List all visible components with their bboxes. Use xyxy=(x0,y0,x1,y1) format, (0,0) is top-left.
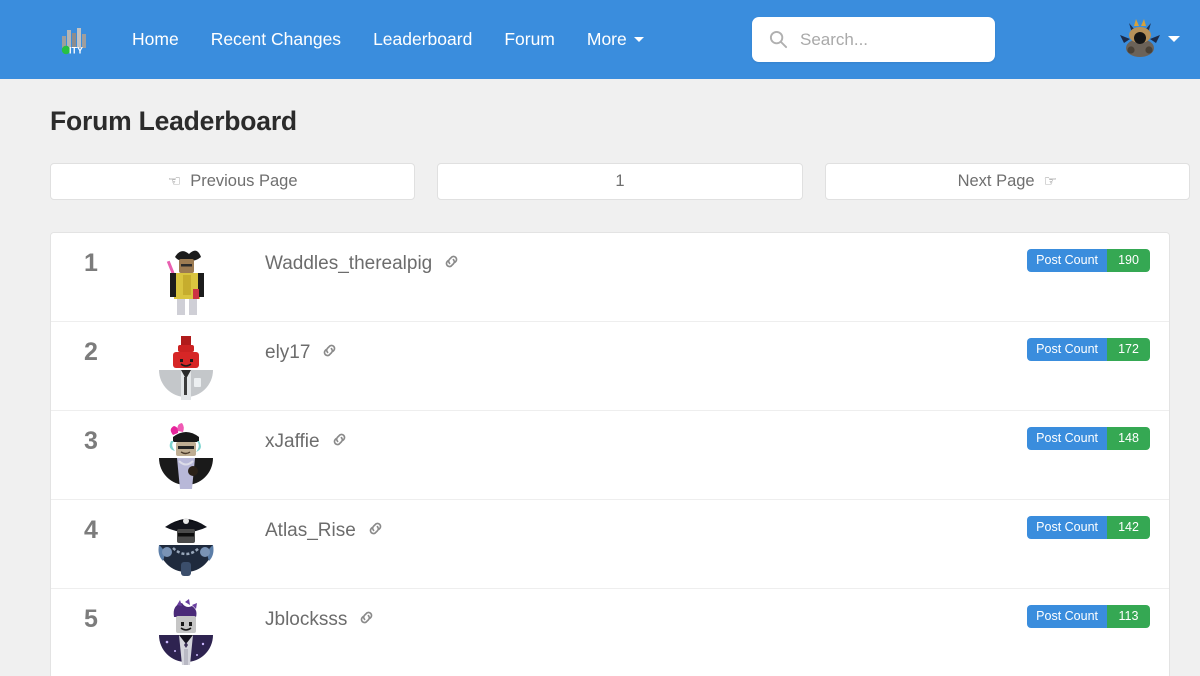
badge-label: Post Count xyxy=(1027,338,1107,361)
backhand-index-pointing-left-icon: ☜ xyxy=(168,174,181,189)
avatar-jblocksss xyxy=(151,599,221,676)
nav-link-more[interactable]: More xyxy=(571,23,660,57)
svg-text:ITY: ITY xyxy=(69,45,83,55)
user-menu[interactable] xyxy=(1118,17,1180,61)
rank-number: 5 xyxy=(61,605,121,634)
badge-label: Post Count xyxy=(1027,516,1107,539)
rank-number: 1 xyxy=(61,249,121,278)
table-row[interactable]: 1 xyxy=(51,233,1169,322)
link-icon[interactable] xyxy=(331,431,348,448)
status-badge: Post Count 113 xyxy=(1027,605,1150,628)
username-cell: Atlas_Rise xyxy=(251,500,1027,589)
city-skyline-logo-icon[interactable]: ITY xyxy=(58,23,92,57)
status-badge: Post Count 148 xyxy=(1027,427,1150,450)
rank-number: 3 xyxy=(61,427,121,456)
badge-value: 113 xyxy=(1107,605,1150,628)
current-page-button[interactable]: 1 xyxy=(437,163,802,200)
current-page-number: 1 xyxy=(615,172,624,191)
username-cell: Jblocksss xyxy=(251,589,1027,676)
rank-number: 2 xyxy=(61,338,121,367)
avatar-atlas-rise xyxy=(151,510,221,588)
avatar-waddles xyxy=(151,243,221,321)
next-page-label: Next Page xyxy=(958,172,1035,191)
avatar-cell xyxy=(121,411,251,500)
nav-link-recent-changes[interactable]: Recent Changes xyxy=(195,23,357,57)
badge-value: 172 xyxy=(1107,338,1150,361)
nav-link-label: Forum xyxy=(504,31,555,49)
table-row[interactable]: 2 xyxy=(51,322,1169,411)
username-cell: ely17 xyxy=(251,322,1027,411)
next-page-button[interactable]: Next Page ☞ xyxy=(825,163,1190,200)
status-badge: Post Count 142 xyxy=(1027,516,1150,539)
nav-link-label: Leaderboard xyxy=(373,31,472,49)
nav-link-label: Home xyxy=(132,31,179,49)
badge-label: Post Count xyxy=(1027,427,1107,450)
username-label: Atlas_Rise xyxy=(265,520,356,542)
username-label: Jblocksss xyxy=(265,609,347,631)
nav-link-home[interactable]: Home xyxy=(116,23,195,57)
previous-page-button[interactable]: ☜ Previous Page xyxy=(50,163,415,200)
username-label: xJaffie xyxy=(265,431,320,453)
nav-link-label: Recent Changes xyxy=(211,31,341,49)
badge-value: 190 xyxy=(1107,249,1150,272)
status-badge: Post Count 190 xyxy=(1027,249,1150,272)
rank-number: 4 xyxy=(61,516,121,545)
badge-label: Post Count xyxy=(1027,605,1107,628)
top-navbar: ITY Home Recent Changes Leaderboard Foru… xyxy=(0,0,1200,79)
avatar-ely17 xyxy=(151,332,221,410)
table-row[interactable]: 5 xyxy=(51,589,1169,676)
pagination: ☜ Previous Page 1 Next Page ☞ xyxy=(50,163,1190,200)
avatar-cell xyxy=(121,500,251,589)
link-icon[interactable] xyxy=(358,609,375,626)
page-content: Forum Leaderboard ☜ Previous Page 1 Next… xyxy=(0,106,1200,676)
badge-cell: Post Count 142 xyxy=(1027,516,1169,539)
chevron-down-icon xyxy=(1168,36,1180,42)
badge-label: Post Count xyxy=(1027,249,1107,272)
table-row[interactable]: 4 xyxy=(51,500,1169,589)
chevron-down-icon xyxy=(634,37,644,42)
username-label: ely17 xyxy=(265,342,310,364)
table-row[interactable]: 3 xyxy=(51,411,1169,500)
badge-cell: Post Count 113 xyxy=(1027,605,1169,628)
avatar-cell xyxy=(121,589,251,676)
status-badge: Post Count 172 xyxy=(1027,338,1150,361)
nav-links: Home Recent Changes Leaderboard Forum Mo… xyxy=(116,23,660,57)
avatar-cell xyxy=(121,322,251,411)
badge-cell: Post Count 190 xyxy=(1027,249,1169,272)
badge-cell: Post Count 148 xyxy=(1027,427,1169,450)
user-avatar xyxy=(1118,17,1162,61)
search-container xyxy=(752,17,995,62)
search-input[interactable] xyxy=(752,17,995,62)
nav-link-forum[interactable]: Forum xyxy=(488,23,571,57)
link-icon[interactable] xyxy=(321,342,338,359)
username-cell: xJaffie xyxy=(251,411,1027,500)
link-icon[interactable] xyxy=(367,520,384,537)
nav-link-label: More xyxy=(587,31,627,49)
avatar-cell xyxy=(121,233,251,322)
avatar-xjaffie xyxy=(151,421,221,499)
previous-page-label: Previous Page xyxy=(190,172,297,191)
nav-link-leaderboard[interactable]: Leaderboard xyxy=(357,23,488,57)
leaderboard-table: 1 xyxy=(50,232,1170,676)
username-label: Waddles_therealpig xyxy=(265,253,432,275)
username-cell: Waddles_therealpig xyxy=(251,233,1027,322)
badge-value: 148 xyxy=(1107,427,1150,450)
badge-cell: Post Count 172 xyxy=(1027,338,1169,361)
page-title: Forum Leaderboard xyxy=(50,106,1170,137)
link-icon[interactable] xyxy=(443,253,460,270)
backhand-index-pointing-right-icon: ☞ xyxy=(1044,174,1057,189)
badge-value: 142 xyxy=(1107,516,1150,539)
